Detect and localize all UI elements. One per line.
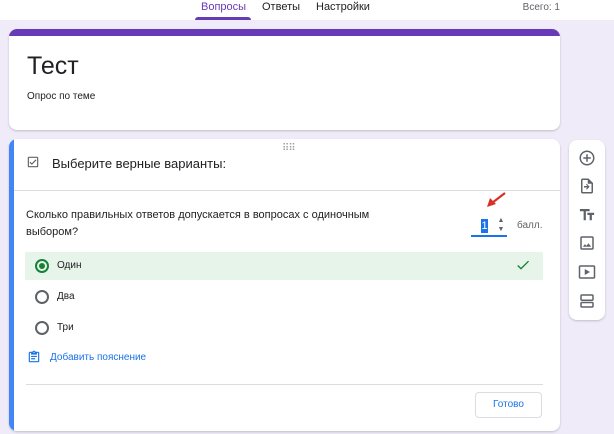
form-description[interactable]: Опрос по теме: [27, 91, 95, 102]
title-accent-bar: [9, 29, 560, 36]
add-explanation-label: Добавить пояснение: [50, 352, 147, 363]
add-explanation-button[interactable]: Добавить пояснение: [27, 349, 146, 370]
add-video-icon[interactable]: [578, 263, 596, 281]
explanation-icon: [28, 350, 40, 363]
checkbox-section-icon: [27, 156, 39, 168]
correct-check-icon: [517, 260, 529, 270]
tab-responses[interactable]: Ответы: [262, 1, 300, 13]
tab-settings[interactable]: Настройки: [316, 1, 370, 13]
top-nav: Вопросы Ответы Настройки Всего: 1: [0, 0, 614, 20]
form-title[interactable]: Тест: [27, 52, 79, 81]
answer-option-3[interactable]: Три: [25, 314, 543, 342]
option-label: Два: [57, 291, 75, 302]
side-toolbar: [569, 140, 605, 320]
drag-handle-icon[interactable]: ⠿⠿: [282, 143, 296, 154]
done-button[interactable]: Готово: [475, 392, 542, 418]
points-stepper[interactable]: ▲ ▼: [496, 216, 506, 234]
question-card[interactable]: ⠿⠿ Выберите верные варианты: Сколько пра…: [9, 139, 560, 431]
points-value[interactable]: 1: [481, 219, 488, 233]
answer-option-2[interactable]: Два: [25, 283, 543, 311]
question-header: Выберите верные варианты:: [52, 156, 227, 171]
add-title-icon[interactable]: [578, 206, 596, 224]
import-questions-icon[interactable]: [578, 177, 596, 195]
red-arrow-annotation-icon: [487, 192, 506, 207]
radio-button-checked[interactable]: [35, 259, 49, 273]
form-title-card[interactable]: Тест Опрос по теме: [9, 29, 560, 130]
active-card-indicator: [9, 139, 14, 431]
add-section-icon[interactable]: [578, 292, 596, 310]
option-label: Три: [57, 322, 74, 333]
answer-option-1[interactable]: Один: [25, 252, 543, 280]
add-image-icon[interactable]: [578, 234, 596, 252]
radio-button[interactable]: [35, 321, 49, 335]
header-divider: [14, 190, 560, 191]
question-text[interactable]: Сколько правильных ответов допускается в…: [26, 207, 406, 241]
points-label: балл.: [517, 220, 543, 231]
tab-questions[interactable]: Вопросы: [201, 1, 246, 13]
active-tab-indicator: [195, 17, 251, 20]
add-question-icon[interactable]: [578, 149, 596, 167]
footer-divider: [26, 384, 543, 385]
radio-button[interactable]: [35, 290, 49, 304]
total-points: Всего: 1: [522, 2, 560, 13]
option-label: Один: [57, 260, 82, 271]
